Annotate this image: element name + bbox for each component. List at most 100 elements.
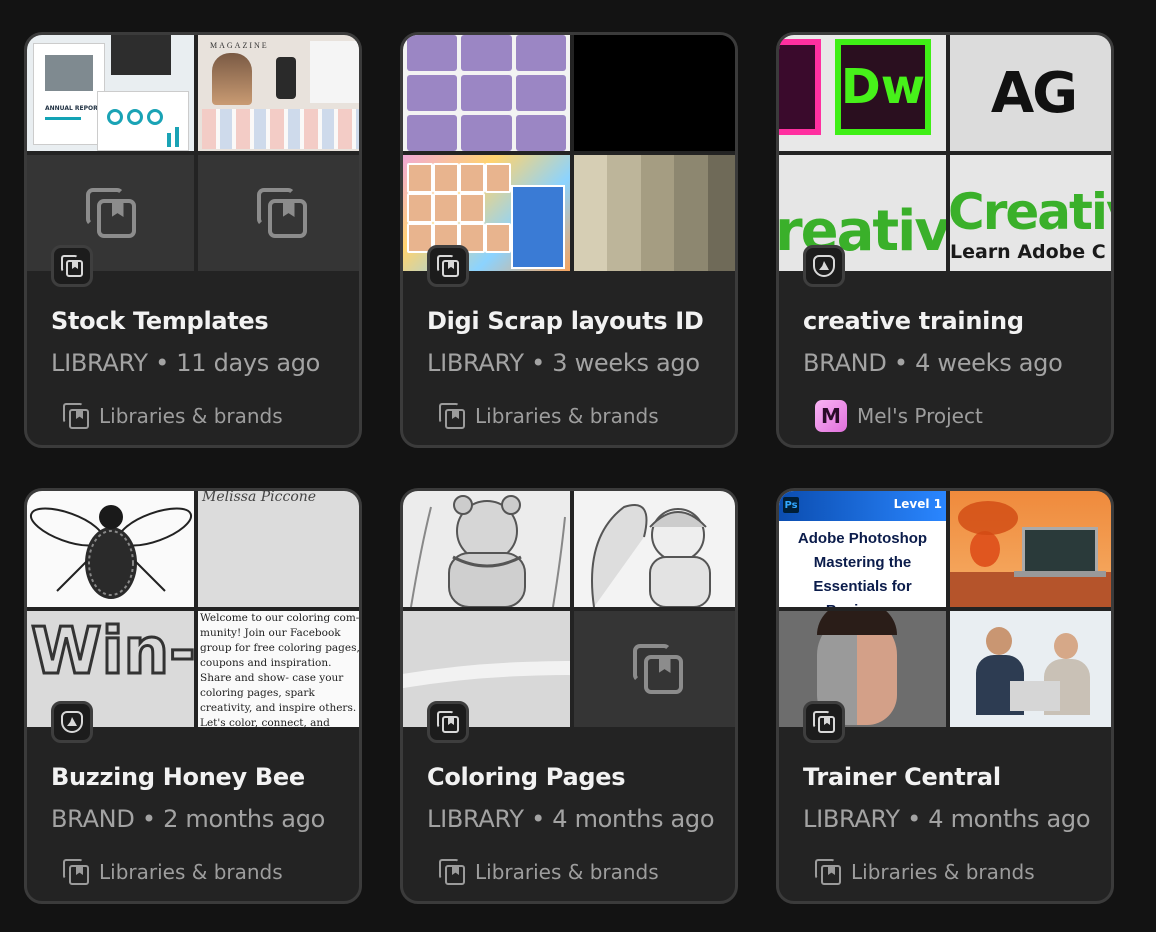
card-location: M Mel's Project xyxy=(815,400,983,432)
thumbnail-laptop-scene xyxy=(950,491,1111,607)
card-thumbnails xyxy=(403,491,735,727)
library-icon xyxy=(61,255,83,277)
location-label: Libraries & brands xyxy=(851,860,1035,884)
thumbnail-bee-illustration xyxy=(27,491,194,607)
thumbnail-black xyxy=(574,35,735,151)
library-icon xyxy=(437,711,459,733)
library-placeholder-icon xyxy=(85,188,136,238)
card-type: LIBRARY xyxy=(803,805,900,833)
thumbnail-purple-grid xyxy=(403,35,570,151)
thumbnail-bear-sketch xyxy=(403,491,570,607)
library-icon xyxy=(813,711,835,733)
card-age: 3 weeks ago xyxy=(552,349,700,377)
card-meta: LIBRARY • 4 months ago xyxy=(427,805,715,833)
thumbnail-report-text: ANNUAL REPORT xyxy=(45,105,102,112)
card-title[interactable]: Trainer Central xyxy=(803,763,1001,791)
libraries-icon xyxy=(815,859,841,885)
thumbnail-photoshop-course: Ps Level 1 Adobe Photoshop Mastering the… xyxy=(779,491,946,607)
library-card[interactable]: Coloring Pages LIBRARY • 4 months ago Li… xyxy=(400,488,738,904)
card-title[interactable]: creative training xyxy=(803,307,1024,335)
thumbnail-placeholder xyxy=(198,155,359,271)
card-type: LIBRARY xyxy=(427,349,524,377)
thumbnail-magazine: MAGAZINE xyxy=(198,35,359,151)
thumbnail-creative-logo: Creative Learn Adobe C xyxy=(950,155,1111,271)
card-age: 2 months ago xyxy=(163,805,326,833)
separator: • xyxy=(531,805,545,833)
brand-card[interactable]: Melissa Piccone Win- Welcome to our colo… xyxy=(24,488,362,904)
separator: • xyxy=(907,805,921,833)
library-type-badge xyxy=(427,245,469,287)
thumbnail-ag-logo: AG xyxy=(950,35,1111,151)
location-label: Libraries & brands xyxy=(475,860,659,884)
separator: • xyxy=(531,349,545,377)
thumbnail-placeholder xyxy=(574,611,735,727)
win-lettering: Win- xyxy=(30,614,194,691)
library-placeholder-icon xyxy=(632,644,683,694)
location-label: Mel's Project xyxy=(857,404,983,428)
libraries-icon xyxy=(439,859,465,885)
card-title[interactable]: Coloring Pages xyxy=(427,763,625,791)
card-meta: BRAND • 2 months ago xyxy=(51,805,325,833)
thumbnail-paragraph: Welcome to our coloring com- munity! Joi… xyxy=(198,611,359,727)
card-type: BRAND xyxy=(803,349,887,377)
card-type: BRAND xyxy=(51,805,135,833)
card-thumbnails: Ps Level 1 Adobe Photoshop Mastering the… xyxy=(779,491,1111,727)
location-label: Libraries & brands xyxy=(99,404,283,428)
card-title[interactable]: Stock Templates xyxy=(51,307,269,335)
level-label: Level 1 xyxy=(893,497,942,511)
card-age: 4 weeks ago xyxy=(915,349,1063,377)
card-title[interactable]: Buzzing Honey Bee xyxy=(51,763,305,791)
card-location: Libraries & brands xyxy=(815,858,1035,886)
card-meta: LIBRARY • 3 weeks ago xyxy=(427,349,700,377)
library-card[interactable]: ANNUAL REPORT MAGAZINE Stock Templates L… xyxy=(24,32,362,448)
library-type-badge xyxy=(803,701,845,743)
thumbnail-signature: Melissa Piccone xyxy=(198,491,359,607)
card-location: Libraries & brands xyxy=(63,858,283,886)
thumbnail-creative-word: Creative xyxy=(950,183,1111,241)
card-age: 11 days ago xyxy=(176,349,321,377)
project-avatar: M xyxy=(815,400,847,432)
thumbnail-dw-text: Dw xyxy=(835,39,931,135)
separator: • xyxy=(155,349,169,377)
card-meta: LIBRARY • 11 days ago xyxy=(51,349,320,377)
thumbnail-color-swatches xyxy=(574,155,735,271)
card-thumbnails: Dw AG reative Creative Learn Adobe C xyxy=(779,35,1111,271)
thumbnail-office-people xyxy=(950,611,1111,727)
library-type-badge xyxy=(427,701,469,743)
card-type: LIBRARY xyxy=(427,805,524,833)
card-age: 4 months ago xyxy=(928,805,1091,833)
library-card[interactable]: Ps Level 1 Adobe Photoshop Mastering the… xyxy=(776,488,1114,904)
card-title[interactable]: Digi Scrap layouts ID xyxy=(427,307,704,335)
brand-icon xyxy=(813,255,835,277)
card-thumbnails: Melissa Piccone Win- Welcome to our colo… xyxy=(27,491,359,727)
thumbnail-squirrel-sketch xyxy=(574,491,735,607)
card-location: Libraries & brands xyxy=(63,402,283,430)
card-thumbnails xyxy=(403,35,735,271)
brand-card[interactable]: Dw AG reative Creative Learn Adobe C cre… xyxy=(776,32,1114,448)
card-meta: LIBRARY • 4 months ago xyxy=(803,805,1091,833)
library-icon xyxy=(437,255,459,277)
thumbnail-learn-text: Learn Adobe C xyxy=(950,241,1106,263)
location-label: Libraries & brands xyxy=(99,860,283,884)
bear-sketch xyxy=(410,495,566,607)
bee-illustration xyxy=(29,505,193,599)
separator: • xyxy=(141,805,156,833)
card-thumbnails: ANNUAL REPORT MAGAZINE xyxy=(27,35,359,271)
library-placeholder-icon xyxy=(256,188,307,238)
libraries-icon xyxy=(63,403,89,429)
library-type-badge xyxy=(51,245,93,287)
thumbnail-annual-report: ANNUAL REPORT xyxy=(27,35,194,151)
thumbnail-dreamweaver-logo: Dw xyxy=(779,35,946,151)
separator: • xyxy=(893,349,908,377)
brand-type-badge xyxy=(51,701,93,743)
card-location: Libraries & brands xyxy=(439,858,659,886)
brand-icon xyxy=(61,711,83,733)
brand-type-badge xyxy=(803,245,845,287)
course-title: Adobe Photoshop Mastering the Essentials… xyxy=(797,530,928,607)
libraries-icon xyxy=(439,403,465,429)
library-card[interactable]: Digi Scrap layouts ID LIBRARY • 3 weeks … xyxy=(400,32,738,448)
signature-text: Melissa Piccone xyxy=(202,491,317,505)
card-location: Libraries & brands xyxy=(439,402,659,430)
location-label: Libraries & brands xyxy=(475,404,659,428)
thumbnail-magazine-text: MAGAZINE xyxy=(210,41,269,50)
